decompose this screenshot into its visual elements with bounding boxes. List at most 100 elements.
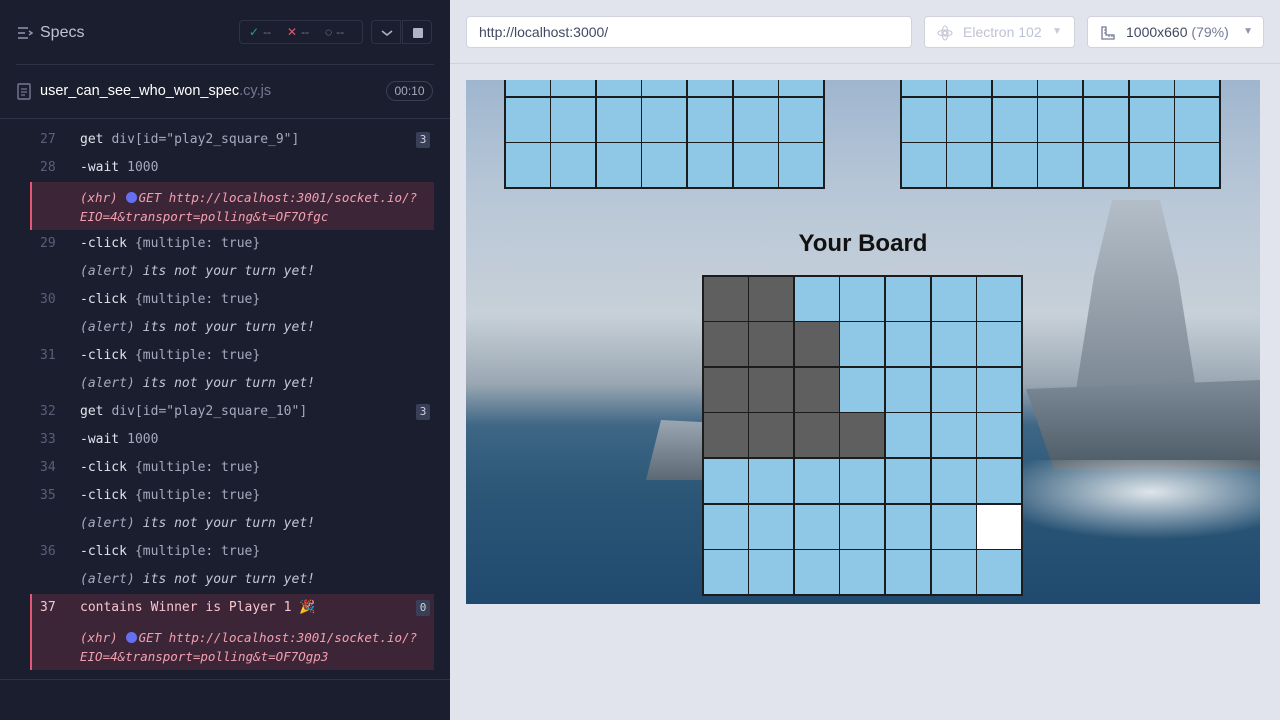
- board-square-water[interactable]: [1175, 97, 1220, 142]
- board-square-water[interactable]: [947, 143, 992, 188]
- spec-file-row[interactable]: user_can_see_who_won_spec.cy.js 00:10: [0, 65, 450, 119]
- board-square-water[interactable]: [977, 550, 1022, 595]
- board-square-ship[interactable]: [749, 413, 794, 458]
- board-square-water[interactable]: [1129, 80, 1174, 96]
- board-square-water[interactable]: [977, 458, 1022, 503]
- board-square-hit[interactable]: [977, 504, 1022, 549]
- board-square-water[interactable]: [733, 80, 778, 96]
- command-log-entry[interactable]: 27 get div[id="play2_square_9"] 3: [30, 126, 434, 154]
- board-square-water[interactable]: [840, 367, 885, 412]
- board-square-ship[interactable]: [749, 367, 794, 412]
- board-square-water[interactable]: [551, 143, 596, 188]
- expand-button[interactable]: [371, 20, 401, 44]
- browser-selector[interactable]: Electron 102 ▼: [924, 16, 1075, 48]
- board-square-water[interactable]: [642, 80, 687, 96]
- board-square-ship[interactable]: [749, 276, 794, 321]
- board-square-water[interactable]: [551, 97, 596, 142]
- command-log-entry[interactable]: 33 -wait 1000: [30, 426, 434, 454]
- board-square-water[interactable]: [931, 276, 976, 321]
- command-log-entry[interactable]: 30 -click {multiple: true}: [30, 286, 434, 314]
- board-square-water[interactable]: [779, 97, 824, 142]
- board-square-water[interactable]: [1038, 143, 1083, 188]
- alert-log-entry[interactable]: (alert) its not your turn yet!: [30, 370, 434, 398]
- board-square-water[interactable]: [505, 80, 550, 96]
- board-square-water[interactable]: [733, 97, 778, 142]
- board-square-water[interactable]: [1129, 97, 1174, 142]
- command-log-entry[interactable]: 32 get div[id="play2_square_10"] 3: [30, 398, 434, 426]
- board-square-water[interactable]: [733, 143, 778, 188]
- board-square-water[interactable]: [749, 550, 794, 595]
- board-square-water[interactable]: [885, 504, 930, 549]
- board-square-water[interactable]: [931, 458, 976, 503]
- board-square-water[interactable]: [794, 458, 839, 503]
- board-square-water[interactable]: [901, 80, 946, 96]
- board-square-water[interactable]: [703, 504, 748, 549]
- board-square-water[interactable]: [840, 458, 885, 503]
- board-square-water[interactable]: [977, 367, 1022, 412]
- board-square-water[interactable]: [931, 504, 976, 549]
- board-square-water[interactable]: [505, 143, 550, 188]
- board-square-water[interactable]: [642, 143, 687, 188]
- alert-log-entry[interactable]: (alert) its not your turn yet!: [30, 566, 434, 594]
- board-square-water[interactable]: [885, 413, 930, 458]
- board-square-water[interactable]: [642, 97, 687, 142]
- alert-log-entry[interactable]: (alert) its not your turn yet!: [30, 510, 434, 538]
- board-square-ship[interactable]: [703, 276, 748, 321]
- xhr-log-entry[interactable]: (xhr) GET http://localhost:3001/socket.io…: [30, 182, 434, 230]
- board-square-water[interactable]: [794, 276, 839, 321]
- board-square-water[interactable]: [779, 143, 824, 188]
- board-square-ship[interactable]: [703, 322, 748, 367]
- board-square-water[interactable]: [992, 143, 1037, 188]
- board-square-water[interactable]: [1038, 97, 1083, 142]
- board-square-water[interactable]: [885, 322, 930, 367]
- board-square-water[interactable]: [596, 80, 641, 96]
- board-square-water[interactable]: [885, 550, 930, 595]
- board-square-water[interactable]: [840, 276, 885, 321]
- command-log-entry[interactable]: 36 -click {multiple: true}: [30, 538, 434, 566]
- board-square-water[interactable]: [687, 80, 732, 96]
- board-square-ship[interactable]: [794, 367, 839, 412]
- board-square-water[interactable]: [931, 322, 976, 367]
- board-square-water[interactable]: [840, 322, 885, 367]
- board-square-water[interactable]: [1083, 80, 1128, 96]
- board-square-ship[interactable]: [749, 322, 794, 367]
- board-square-ship[interactable]: [840, 413, 885, 458]
- board-square-water[interactable]: [947, 80, 992, 96]
- board-square-water[interactable]: [703, 458, 748, 503]
- board-square-water[interactable]: [977, 413, 1022, 458]
- board-square-water[interactable]: [840, 504, 885, 549]
- board-square-water[interactable]: [901, 143, 946, 188]
- board-square-water[interactable]: [931, 550, 976, 595]
- specs-title[interactable]: Specs: [40, 24, 84, 42]
- board-square-ship[interactable]: [794, 322, 839, 367]
- board-square-water[interactable]: [1175, 143, 1220, 188]
- command-log-entry[interactable]: 31 -click {multiple: true}: [30, 342, 434, 370]
- stop-button[interactable]: [402, 20, 432, 44]
- board-square-water[interactable]: [977, 322, 1022, 367]
- board-square-water[interactable]: [779, 80, 824, 96]
- command-log-entry[interactable]: 35 -click {multiple: true}: [30, 482, 434, 510]
- board-square-water[interactable]: [885, 276, 930, 321]
- board-square-water[interactable]: [749, 458, 794, 503]
- board-square-water[interactable]: [1083, 143, 1128, 188]
- board-square-water[interactable]: [992, 97, 1037, 142]
- command-log-entry[interactable]: 28 -wait 1000: [30, 154, 434, 182]
- board-square-ship[interactable]: [703, 367, 748, 412]
- board-square-water[interactable]: [885, 367, 930, 412]
- board-square-water[interactable]: [749, 504, 794, 549]
- command-log-entry[interactable]: 34 -click {multiple: true}: [30, 454, 434, 482]
- board-square-water[interactable]: [992, 80, 1037, 96]
- board-square-water[interactable]: [885, 458, 930, 503]
- board-square-water[interactable]: [687, 143, 732, 188]
- board-square-water[interactable]: [794, 504, 839, 549]
- board-square-water[interactable]: [1083, 97, 1128, 142]
- specs-list-icon[interactable]: [17, 26, 33, 40]
- board-square-water[interactable]: [596, 97, 641, 142]
- command-log-entry[interactable]: 29 -click {multiple: true}: [30, 230, 434, 258]
- board-square-water[interactable]: [947, 97, 992, 142]
- command-log-entry[interactable]: 37 contains Winner is Player 1 🎉 0: [30, 594, 434, 622]
- board-square-ship[interactable]: [794, 413, 839, 458]
- board-square-water[interactable]: [794, 550, 839, 595]
- alert-log-entry[interactable]: (alert) its not your turn yet!: [30, 258, 434, 286]
- board-square-water[interactable]: [703, 550, 748, 595]
